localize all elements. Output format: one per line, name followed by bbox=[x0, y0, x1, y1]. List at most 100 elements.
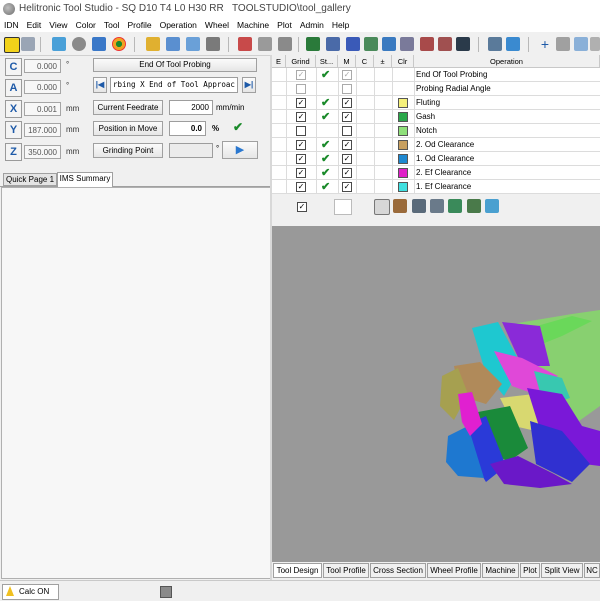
funnel-icon[interactable] bbox=[278, 37, 292, 51]
grey-circle-icon[interactable] bbox=[72, 37, 86, 51]
grid-row[interactable]: ✓ ✔ ✓ Gash bbox=[272, 110, 600, 124]
axis-z-button[interactable]: Z bbox=[5, 143, 22, 161]
blank-button[interactable] bbox=[334, 199, 352, 215]
grind-checkbox[interactable]: ✓ bbox=[296, 140, 306, 150]
grind-checkbox[interactable]: ✓ bbox=[296, 98, 306, 108]
display-icon[interactable] bbox=[456, 37, 470, 51]
measure-icon[interactable] bbox=[382, 37, 396, 51]
grid-row[interactable]: ✓ ✔ ✓ End Of Tool Probing bbox=[272, 68, 600, 82]
fullscreen-icon[interactable] bbox=[506, 37, 520, 51]
color-swatch[interactable] bbox=[398, 154, 408, 164]
color-swatch[interactable] bbox=[398, 98, 408, 108]
chart-icon[interactable] bbox=[467, 199, 481, 213]
tab-split-view[interactable]: Split View bbox=[541, 563, 583, 578]
grind-checkbox[interactable]: ✓ bbox=[296, 182, 306, 192]
calc-toggle[interactable]: Calc ON bbox=[2, 584, 59, 600]
m-checkbox[interactable]: ✓ bbox=[342, 168, 352, 178]
menu-wheel[interactable]: Wheel bbox=[201, 18, 233, 32]
tab-tool-design[interactable]: Tool Design bbox=[273, 563, 322, 578]
clock-tool-icon[interactable] bbox=[374, 199, 390, 215]
tool-3d-viewport[interactable] bbox=[272, 226, 600, 562]
col-operation[interactable]: Operation bbox=[414, 55, 600, 68]
grid-settings-icon[interactable] bbox=[364, 37, 378, 51]
tab-plot[interactable]: Plot bbox=[520, 563, 540, 578]
menu-help[interactable]: Help bbox=[328, 18, 353, 32]
current-feedrate-button[interactable]: Current Feedrate bbox=[93, 100, 163, 115]
grid-row[interactable]: ✓ ✔ ✓ 2. Ef Clearance bbox=[272, 166, 600, 180]
layout-icon[interactable] bbox=[400, 37, 414, 51]
cycle-icon[interactable] bbox=[430, 199, 444, 213]
grid-row[interactable]: ✓ ✔ ✓ 1. Od Clearance bbox=[272, 152, 600, 166]
col-c[interactable]: C bbox=[356, 55, 374, 68]
profile-view-icon[interactable] bbox=[448, 199, 462, 213]
menu-admin[interactable]: Admin bbox=[296, 18, 328, 32]
grid-row[interactable]: ✓ ✔ ✓ 2. Od Clearance bbox=[272, 138, 600, 152]
step-back-button[interactable]: |◀ bbox=[93, 77, 107, 93]
grid-row[interactable]: Probing Radial Angle bbox=[272, 82, 600, 96]
arrows-icon[interactable] bbox=[52, 37, 66, 51]
m-checkbox[interactable]: ✓ bbox=[342, 182, 352, 192]
tab-tool-profile[interactable]: Tool Profile bbox=[323, 563, 369, 578]
m-checkbox[interactable] bbox=[342, 84, 352, 94]
grind-checkbox[interactable] bbox=[296, 126, 306, 136]
col-status[interactable]: St... bbox=[316, 55, 338, 68]
col-grind[interactable]: Grind bbox=[286, 55, 316, 68]
col-e[interactable]: E bbox=[272, 55, 286, 68]
sort-icon[interactable] bbox=[186, 37, 200, 51]
step-forward-button[interactable]: ▶| bbox=[242, 77, 256, 93]
tab-wheel-profile[interactable]: Wheel Profile bbox=[427, 563, 481, 578]
col-m[interactable]: M bbox=[338, 55, 356, 68]
grid-row[interactable]: ✓ ✔ ✓ Fluting bbox=[272, 96, 600, 110]
grind-checkbox[interactable]: ✓ bbox=[296, 154, 306, 164]
col-plusminus[interactable]: ± bbox=[374, 55, 392, 68]
menu-color[interactable]: Color bbox=[72, 18, 100, 32]
grind-checkbox[interactable]: ✓ bbox=[296, 112, 306, 122]
m-checkbox[interactable] bbox=[342, 126, 352, 136]
position-in-move-button[interactable]: Position in Move bbox=[93, 121, 163, 136]
target-icon[interactable] bbox=[112, 37, 126, 51]
open-folder-icon[interactable] bbox=[146, 37, 160, 51]
operation-edit-icon[interactable] bbox=[412, 199, 426, 213]
menu-view[interactable]: View bbox=[45, 18, 71, 32]
stop-icon[interactable] bbox=[206, 37, 220, 51]
grid-row[interactable]: ✓ ✔ ✓ 1. Ef Clearance bbox=[272, 180, 600, 194]
m-checkbox[interactable]: ✓ bbox=[342, 154, 352, 164]
color-swatch[interactable] bbox=[398, 126, 408, 136]
tab-ims-summary[interactable]: IMS Summary bbox=[57, 172, 113, 187]
axis-x-button[interactable]: X bbox=[5, 100, 22, 118]
snowflake-icon[interactable] bbox=[485, 199, 499, 213]
zoom-icon[interactable] bbox=[326, 37, 340, 51]
add-icon[interactable]: + bbox=[538, 37, 552, 51]
menu-idn[interactable]: IDN bbox=[0, 18, 23, 32]
tool-settings-icon[interactable] bbox=[21, 37, 35, 51]
wheel-set-icon[interactable] bbox=[393, 199, 407, 213]
m-checkbox[interactable]: ✓ bbox=[342, 98, 352, 108]
tab-machine[interactable]: Machine bbox=[482, 563, 519, 578]
probe-icon[interactable] bbox=[92, 37, 106, 51]
range-icon[interactable] bbox=[438, 37, 452, 51]
axis-y-button[interactable]: Y bbox=[5, 121, 22, 139]
grid-row[interactable]: Notch bbox=[272, 124, 600, 138]
globe-icon[interactable] bbox=[346, 37, 360, 51]
delete-icon[interactable] bbox=[556, 37, 570, 51]
tab-nc[interactable]: NC bbox=[584, 563, 600, 578]
menu-tool[interactable]: Tool bbox=[100, 18, 124, 32]
operation-track-field[interactable]: rbing X End of Tool Approac bbox=[110, 77, 238, 93]
grinding-point-go-button[interactable]: ▶ bbox=[222, 141, 258, 159]
copy-icon[interactable] bbox=[574, 37, 588, 51]
machine-icon[interactable] bbox=[258, 37, 272, 51]
axis-c-button[interactable]: C bbox=[5, 58, 22, 76]
multi-tool-icon[interactable] bbox=[166, 37, 180, 51]
grind-checkbox[interactable] bbox=[296, 84, 306, 94]
menu-edit[interactable]: Edit bbox=[23, 18, 46, 32]
home-icon[interactable] bbox=[306, 37, 320, 51]
color-swatch[interactable] bbox=[398, 112, 408, 122]
machine-setup-icon[interactable] bbox=[488, 37, 502, 51]
select-all-checkbox[interactable]: ✓ bbox=[297, 202, 307, 212]
wheel-pack-icon[interactable] bbox=[238, 37, 252, 51]
grinding-point-button[interactable]: Grinding Point bbox=[93, 143, 163, 158]
menu-machine[interactable]: Machine bbox=[233, 18, 273, 32]
tab-quick-page-1[interactable]: Quick Page 1 bbox=[3, 173, 57, 186]
menu-operation[interactable]: Operation bbox=[156, 18, 201, 32]
more-icon[interactable] bbox=[590, 37, 600, 51]
